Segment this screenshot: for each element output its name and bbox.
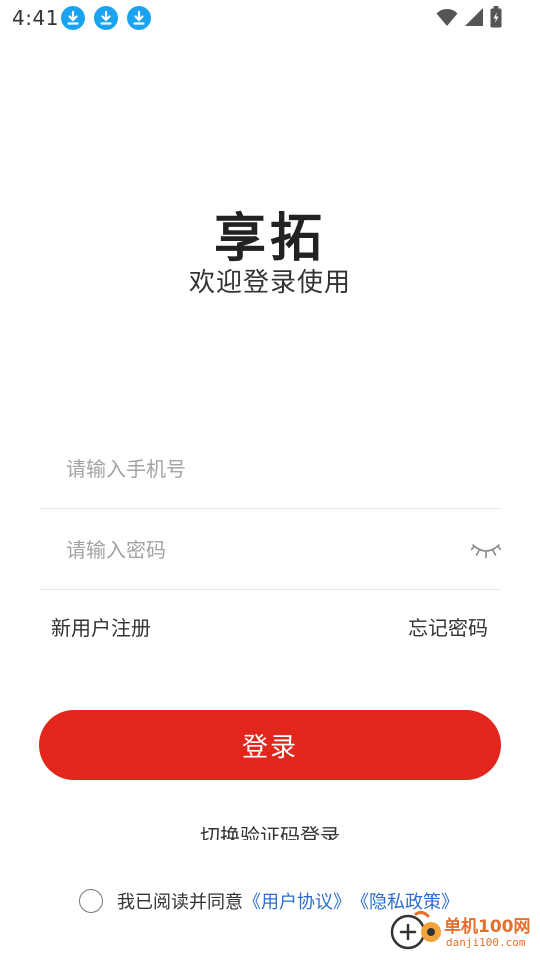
eye-closed-icon[interactable] bbox=[470, 537, 502, 561]
watermark-text: 单机100网 bbox=[444, 917, 531, 937]
watermark-logo: 单机100网 danji100.com bbox=[388, 908, 538, 958]
signal-icon bbox=[464, 7, 484, 31]
password-field bbox=[39, 509, 502, 591]
wifi-icon bbox=[436, 7, 458, 31]
status-time: 4:41 bbox=[12, 6, 59, 30]
agree-checkbox[interactable] bbox=[79, 889, 103, 913]
phone-input[interactable] bbox=[64, 428, 448, 510]
login-button[interactable]: 登录 bbox=[39, 710, 501, 780]
forgot-password-link[interactable]: 忘记密码 bbox=[408, 612, 488, 641]
agreement-prefix: 我已阅读并同意 bbox=[117, 892, 243, 913]
watermark-mascot-icon bbox=[390, 910, 441, 950]
battery-icon bbox=[490, 6, 502, 32]
download-icon bbox=[127, 6, 151, 30]
user-agreement-link[interactable]: 《用户协议》 bbox=[243, 888, 351, 914]
download-icon bbox=[94, 6, 118, 30]
app-subtitle: 欢迎登录使用 bbox=[188, 268, 351, 298]
watermark-subtext: danji100.com bbox=[446, 936, 526, 949]
password-input[interactable] bbox=[64, 509, 448, 591]
app-title: 享拓 bbox=[213, 209, 326, 269]
register-link[interactable]: 新用户注册 bbox=[51, 612, 151, 641]
switch-code-login-link[interactable]: 切换验证码登录 bbox=[0, 820, 540, 840]
download-icon bbox=[61, 6, 85, 30]
phone-field bbox=[39, 428, 501, 510]
system-icons bbox=[436, 6, 502, 32]
status-bar: 4:41 bbox=[0, 0, 540, 36]
